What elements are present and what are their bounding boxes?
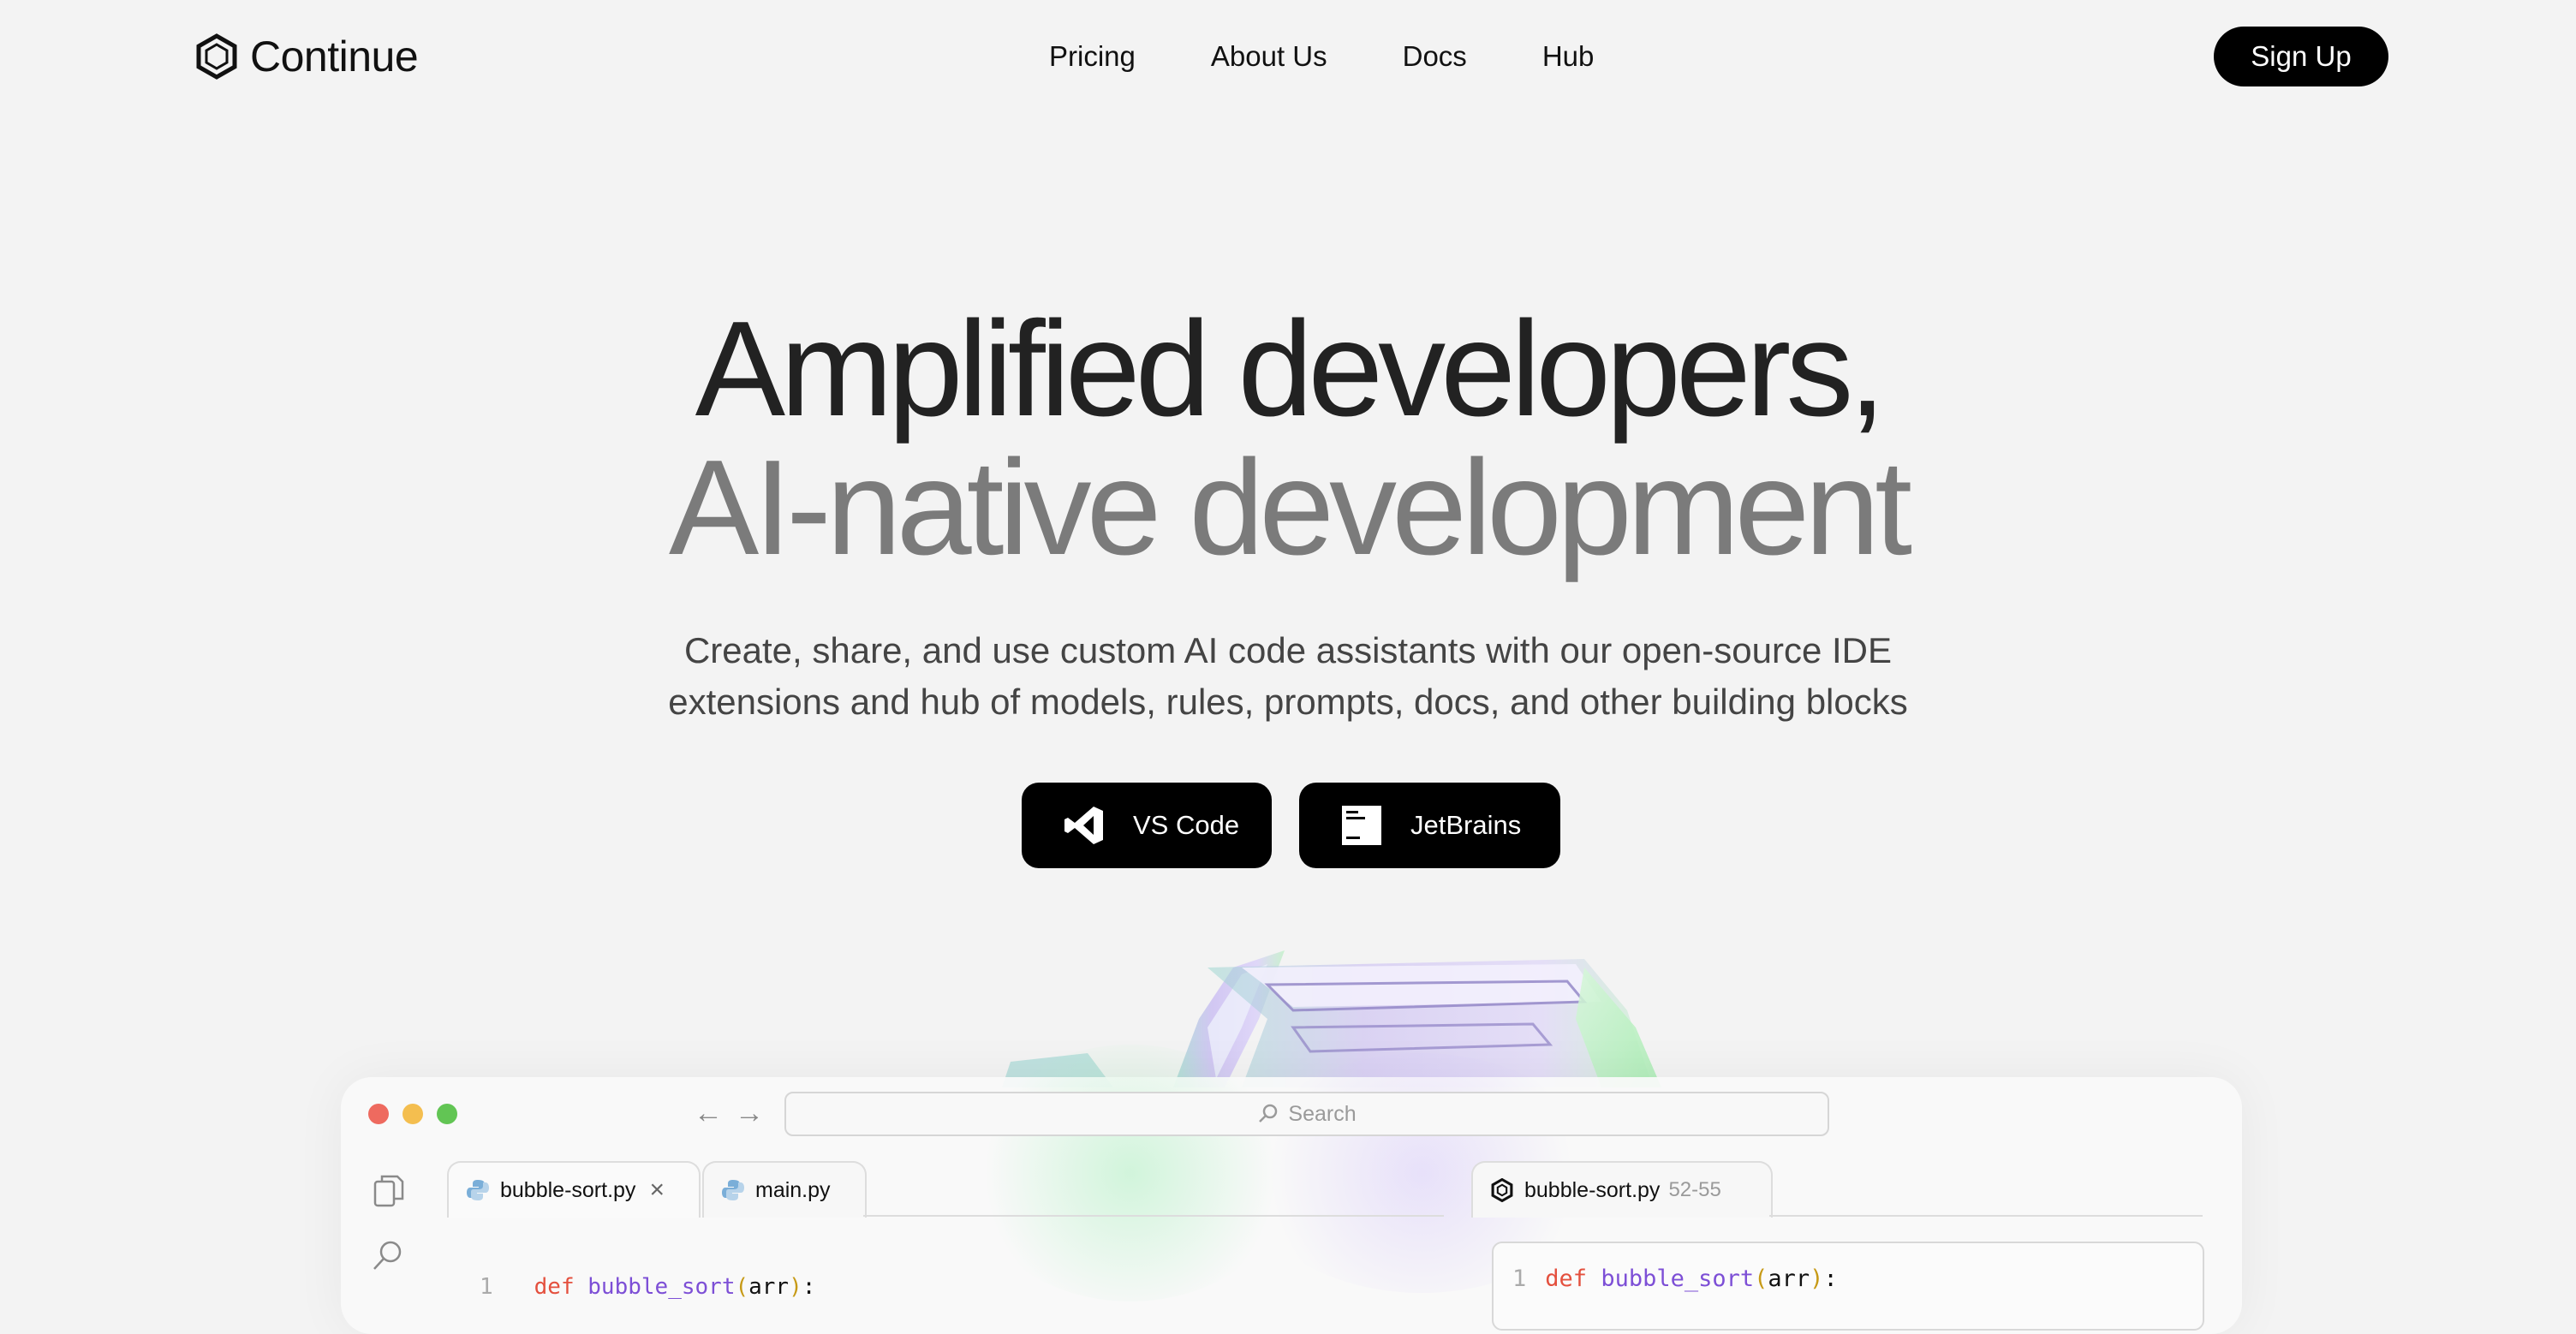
window-maximize-button[interactable] (437, 1104, 457, 1124)
jetbrains-button-label: JetBrains (1410, 810, 1522, 840)
code-colon: : (802, 1274, 816, 1300)
jetbrains-icon (1342, 806, 1381, 845)
python-icon (722, 1180, 744, 1200)
code-keyword: def (534, 1274, 575, 1300)
code-colon: : (1823, 1266, 1838, 1292)
code-arg: arr (748, 1274, 790, 1300)
tab-bubble-sort[interactable]: bubble-sort.py × (447, 1161, 701, 1218)
nav-link-hub[interactable]: Hub (1542, 36, 1595, 77)
vscode-download-button[interactable]: VS Code (1022, 783, 1272, 868)
code-paren-close: ) (1810, 1266, 1824, 1292)
hero-subtitle: Create, share, and use custom AI code as… (0, 625, 2576, 728)
nav-link-about-us[interactable]: About Us (1211, 36, 1327, 77)
context-code-line: 1 def bubble_sort(arr): (1512, 1266, 1838, 1292)
code-paren-open: ( (735, 1274, 749, 1300)
back-arrow-icon[interactable]: ← (694, 1096, 723, 1130)
editor-code-line: 1 def bubble_sort(arr): (480, 1274, 815, 1300)
tab-main-py-label: main.py (755, 1177, 831, 1202)
search-icon (1259, 1104, 1278, 1123)
close-icon[interactable]: × (649, 1177, 665, 1203)
vscode-icon (1064, 807, 1103, 844)
brand-logo[interactable]: Continue (194, 33, 419, 80)
python-icon (467, 1180, 489, 1200)
window-minimize-button[interactable] (402, 1104, 423, 1124)
code-paren-close: ) (789, 1274, 802, 1300)
hero-subtitle-line-2: extensions and hub of models, rules, pro… (668, 682, 1908, 722)
top-nav: Continue Pricing About Us Docs Hub Sign … (0, 0, 2576, 113)
window-close-button[interactable] (368, 1104, 389, 1124)
continue-logo-icon (196, 33, 237, 80)
tab-bar-divider (863, 1215, 1444, 1217)
nav-links: Pricing About Us Docs Hub (1049, 36, 1594, 77)
nav-link-docs[interactable]: Docs (1403, 36, 1467, 77)
ide-search-bar[interactable]: Search (784, 1092, 1829, 1136)
tab-bubble-sort-label: bubble-sort.py (500, 1177, 636, 1202)
hero-title-line-1: Amplified developers, (695, 294, 1887, 444)
brand-name: Continue (250, 33, 419, 80)
hero-subtitle-line-1: Create, share, and use custom AI code as… (683, 630, 1893, 670)
line-number: 1 (480, 1274, 493, 1300)
code-paren-open: ( (1754, 1266, 1768, 1292)
nav-link-pricing[interactable]: Pricing (1049, 36, 1136, 77)
forward-arrow-icon[interactable]: → (735, 1096, 764, 1130)
context-tab-line-range: 52-55 (1668, 1178, 1721, 1201)
line-number: 1 (1512, 1266, 1527, 1292)
code-keyword: def (1545, 1266, 1588, 1292)
sidebar-search-icon[interactable] (368, 1236, 408, 1276)
search-placeholder: Search (1288, 1101, 1357, 1126)
jetbrains-download-button[interactable]: JetBrains (1299, 783, 1560, 868)
files-icon[interactable] (368, 1171, 408, 1211)
context-tab-bubble-sort[interactable]: bubble-sort.py 52-55 (1471, 1161, 1773, 1218)
code-function-name: bubble_sort (1601, 1266, 1755, 1292)
context-tab-label: bubble-sort.py (1524, 1177, 1661, 1202)
continue-logo-icon (1491, 1178, 1513, 1202)
code-function-name: bubble_sort (587, 1274, 736, 1300)
code-arg: arr (1768, 1266, 1810, 1292)
right-tab-bar-divider (1769, 1215, 2203, 1217)
sign-up-button[interactable]: Sign Up (2214, 27, 2388, 86)
hero-title-line-2: AI-native development (668, 432, 1912, 583)
tab-main-py[interactable]: main.py (702, 1161, 867, 1218)
vscode-button-label: VS Code (1133, 810, 1240, 840)
